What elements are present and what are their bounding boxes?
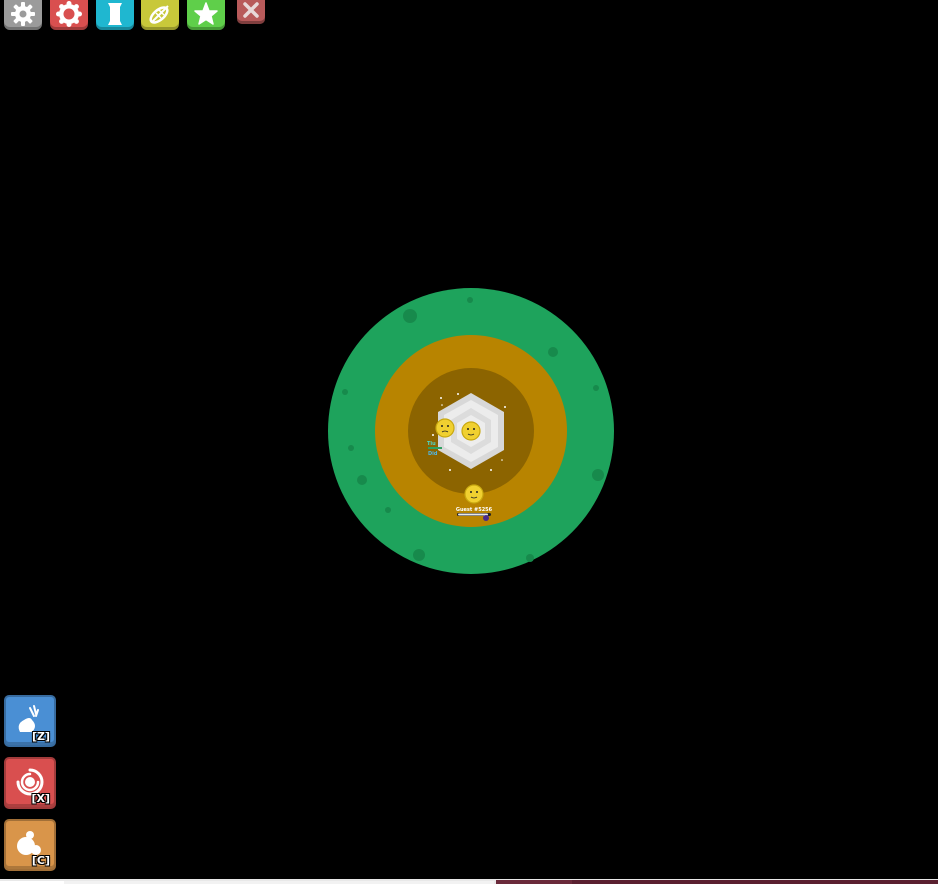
player-name-tiu: Tiu	[427, 441, 436, 447]
game-map: Tiu Did Guest #5256	[328, 288, 614, 574]
player-flower-self	[464, 484, 484, 504]
player-flower-tiu	[435, 418, 455, 438]
bubbles-button[interactable]: [C]	[4, 819, 56, 871]
self-health-bar	[458, 513, 488, 516]
player-name-did: Did	[428, 451, 438, 457]
petal-marker	[483, 515, 489, 521]
bottom-strip	[0, 879, 938, 884]
player-flower-center	[461, 421, 481, 441]
rotate-button[interactable]: [X]	[4, 757, 56, 809]
self-player-name: Guest #5256	[456, 507, 493, 513]
player-health-tiu	[428, 447, 442, 449]
bubbles-key: [C]	[31, 854, 50, 867]
rotate-key: [X]	[31, 792, 50, 805]
loadout-swap-key: [Z]	[31, 730, 50, 743]
loadout-swap-button[interactable]: [Z]	[4, 695, 56, 747]
self-label: Guest #5256	[456, 507, 493, 516]
